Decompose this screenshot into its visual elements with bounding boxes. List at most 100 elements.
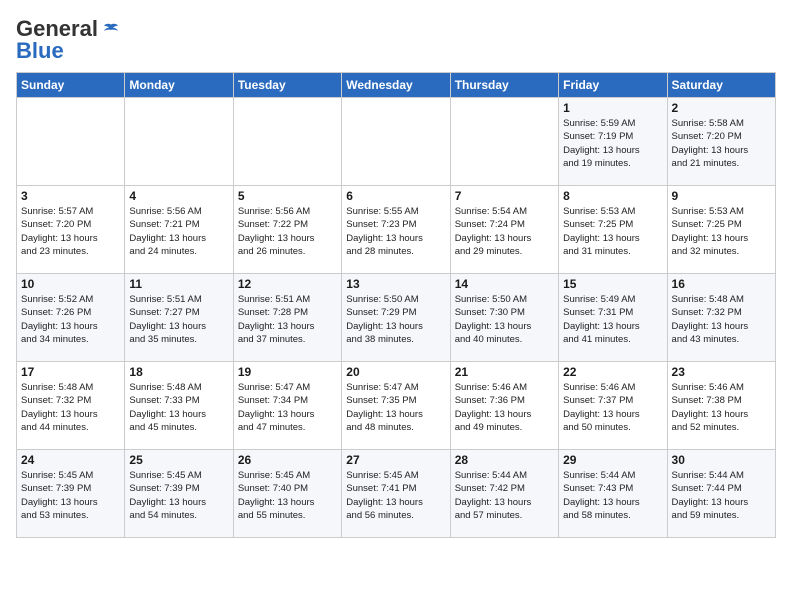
day-number: 1	[563, 101, 662, 115]
calendar-cell: 6 Sunrise: 5:55 AM Sunset: 7:23 PM Daylig…	[342, 186, 450, 274]
day-header-saturday: Saturday	[667, 73, 775, 98]
day-info: Sunrise: 5:55 AM Sunset: 7:23 PM Dayligh…	[346, 205, 445, 258]
calendar-week-row: 10 Sunrise: 5:52 AM Sunset: 7:26 PM Dayli…	[17, 274, 776, 362]
calendar-cell: 27 Sunrise: 5:45 AM Sunset: 7:41 PM Dayli…	[342, 450, 450, 538]
day-number: 6	[346, 189, 445, 203]
calendar-cell: 13 Sunrise: 5:50 AM Sunset: 7:29 PM Dayli…	[342, 274, 450, 362]
day-info: Sunrise: 5:48 AM Sunset: 7:32 PM Dayligh…	[672, 293, 771, 346]
day-info: Sunrise: 5:45 AM Sunset: 7:39 PM Dayligh…	[21, 469, 120, 522]
calendar-cell: 29 Sunrise: 5:44 AM Sunset: 7:43 PM Dayli…	[559, 450, 667, 538]
day-info: Sunrise: 5:51 AM Sunset: 7:27 PM Dayligh…	[129, 293, 228, 346]
logo-bird-icon	[102, 22, 120, 36]
day-number: 29	[563, 453, 662, 467]
day-number: 30	[672, 453, 771, 467]
calendar-cell: 23 Sunrise: 5:46 AM Sunset: 7:38 PM Dayli…	[667, 362, 775, 450]
calendar-cell: 2Sunrise: 5:58 AM Sunset: 7:20 PM Daylig…	[667, 98, 775, 186]
day-info: Sunrise: 5:44 AM Sunset: 7:42 PM Dayligh…	[455, 469, 554, 522]
logo-blue: Blue	[16, 38, 64, 64]
calendar-header-row: SundayMondayTuesdayWednesdayThursdayFrid…	[17, 73, 776, 98]
calendar-week-row: 24 Sunrise: 5:45 AM Sunset: 7:39 PM Dayli…	[17, 450, 776, 538]
day-info: Sunrise: 5:45 AM Sunset: 7:40 PM Dayligh…	[238, 469, 337, 522]
day-number: 15	[563, 277, 662, 291]
day-number: 18	[129, 365, 228, 379]
day-number: 28	[455, 453, 554, 467]
calendar-cell: 4 Sunrise: 5:56 AM Sunset: 7:21 PM Daylig…	[125, 186, 233, 274]
day-info: Sunrise: 5:48 AM Sunset: 7:33 PM Dayligh…	[129, 381, 228, 434]
day-number: 12	[238, 277, 337, 291]
day-info: Sunrise: 5:45 AM Sunset: 7:39 PM Dayligh…	[129, 469, 228, 522]
calendar-cell: 8 Sunrise: 5:53 AM Sunset: 7:25 PM Daylig…	[559, 186, 667, 274]
day-number: 13	[346, 277, 445, 291]
calendar-cell: 1 Sunrise: 5:59 AM Sunset: 7:19 PM Daylig…	[559, 98, 667, 186]
calendar-cell	[125, 98, 233, 186]
day-number: 23	[672, 365, 771, 379]
day-info: Sunrise: 5:47 AM Sunset: 7:35 PM Dayligh…	[346, 381, 445, 434]
day-header-monday: Monday	[125, 73, 233, 98]
calendar-cell: 18 Sunrise: 5:48 AM Sunset: 7:33 PM Dayli…	[125, 362, 233, 450]
day-info: Sunrise: 5:56 AM Sunset: 7:21 PM Dayligh…	[129, 205, 228, 258]
day-number: 3	[21, 189, 120, 203]
calendar-cell: 15Sunrise: 5:49 AM Sunset: 7:31 PM Dayli…	[559, 274, 667, 362]
day-number: 19	[238, 365, 337, 379]
day-info: Sunrise: 5:44 AM Sunset: 7:44 PM Dayligh…	[672, 469, 771, 522]
day-number: 7	[455, 189, 554, 203]
calendar-cell: 12 Sunrise: 5:51 AM Sunset: 7:28 PM Dayli…	[233, 274, 341, 362]
calendar-week-row: 1 Sunrise: 5:59 AM Sunset: 7:19 PM Daylig…	[17, 98, 776, 186]
calendar-cell: 14 Sunrise: 5:50 AM Sunset: 7:30 PM Dayli…	[450, 274, 558, 362]
day-number: 5	[238, 189, 337, 203]
day-number: 21	[455, 365, 554, 379]
calendar-cell	[17, 98, 125, 186]
day-number: 11	[129, 277, 228, 291]
day-info: Sunrise: 5:45 AM Sunset: 7:41 PM Dayligh…	[346, 469, 445, 522]
day-number: 27	[346, 453, 445, 467]
day-number: 16	[672, 277, 771, 291]
day-info: Sunrise: 5:46 AM Sunset: 7:38 PM Dayligh…	[672, 381, 771, 434]
day-number: 4	[129, 189, 228, 203]
day-info: Sunrise: 5:53 AM Sunset: 7:25 PM Dayligh…	[672, 205, 771, 258]
day-number: 8	[563, 189, 662, 203]
day-info: Sunrise: 5:58 AM Sunset: 7:20 PM Dayligh…	[672, 117, 771, 170]
calendar-table: SundayMondayTuesdayWednesdayThursdayFrid…	[16, 72, 776, 538]
day-info: Sunrise: 5:47 AM Sunset: 7:34 PM Dayligh…	[238, 381, 337, 434]
calendar-cell: 5 Sunrise: 5:56 AM Sunset: 7:22 PM Daylig…	[233, 186, 341, 274]
day-header-tuesday: Tuesday	[233, 73, 341, 98]
calendar-cell: 25 Sunrise: 5:45 AM Sunset: 7:39 PM Dayli…	[125, 450, 233, 538]
day-header-wednesday: Wednesday	[342, 73, 450, 98]
day-info: Sunrise: 5:51 AM Sunset: 7:28 PM Dayligh…	[238, 293, 337, 346]
day-header-friday: Friday	[559, 73, 667, 98]
calendar-cell: 7 Sunrise: 5:54 AM Sunset: 7:24 PM Daylig…	[450, 186, 558, 274]
day-number: 9	[672, 189, 771, 203]
day-number: 24	[21, 453, 120, 467]
day-number: 14	[455, 277, 554, 291]
day-info: Sunrise: 5:52 AM Sunset: 7:26 PM Dayligh…	[21, 293, 120, 346]
day-info: Sunrise: 5:56 AM Sunset: 7:22 PM Dayligh…	[238, 205, 337, 258]
calendar-cell: 10 Sunrise: 5:52 AM Sunset: 7:26 PM Dayli…	[17, 274, 125, 362]
day-info: Sunrise: 5:59 AM Sunset: 7:19 PM Dayligh…	[563, 117, 662, 170]
day-info: Sunrise: 5:46 AM Sunset: 7:36 PM Dayligh…	[455, 381, 554, 434]
day-info: Sunrise: 5:54 AM Sunset: 7:24 PM Dayligh…	[455, 205, 554, 258]
day-number: 25	[129, 453, 228, 467]
day-number: 10	[21, 277, 120, 291]
calendar-cell: 21 Sunrise: 5:46 AM Sunset: 7:36 PM Dayli…	[450, 362, 558, 450]
day-info: Sunrise: 5:44 AM Sunset: 7:43 PM Dayligh…	[563, 469, 662, 522]
page-header: General Blue	[16, 16, 776, 64]
calendar-cell: 26Sunrise: 5:45 AM Sunset: 7:40 PM Dayli…	[233, 450, 341, 538]
calendar-cell: 9 Sunrise: 5:53 AM Sunset: 7:25 PM Daylig…	[667, 186, 775, 274]
calendar-cell: 3 Sunrise: 5:57 AM Sunset: 7:20 PM Daylig…	[17, 186, 125, 274]
day-number: 22	[563, 365, 662, 379]
calendar-cell: 28 Sunrise: 5:44 AM Sunset: 7:42 PM Dayli…	[450, 450, 558, 538]
day-number: 17	[21, 365, 120, 379]
day-header-sunday: Sunday	[17, 73, 125, 98]
day-info: Sunrise: 5:50 AM Sunset: 7:30 PM Dayligh…	[455, 293, 554, 346]
day-info: Sunrise: 5:48 AM Sunset: 7:32 PM Dayligh…	[21, 381, 120, 434]
calendar-cell	[233, 98, 341, 186]
day-info: Sunrise: 5:57 AM Sunset: 7:20 PM Dayligh…	[21, 205, 120, 258]
day-info: Sunrise: 5:46 AM Sunset: 7:37 PM Dayligh…	[563, 381, 662, 434]
calendar-cell: 30 Sunrise: 5:44 AM Sunset: 7:44 PM Dayli…	[667, 450, 775, 538]
day-info: Sunrise: 5:50 AM Sunset: 7:29 PM Dayligh…	[346, 293, 445, 346]
calendar-cell: 20Sunrise: 5:47 AM Sunset: 7:35 PM Dayli…	[342, 362, 450, 450]
day-info: Sunrise: 5:53 AM Sunset: 7:25 PM Dayligh…	[563, 205, 662, 258]
calendar-cell: 19 Sunrise: 5:47 AM Sunset: 7:34 PM Dayli…	[233, 362, 341, 450]
calendar-week-row: 3 Sunrise: 5:57 AM Sunset: 7:20 PM Daylig…	[17, 186, 776, 274]
calendar-cell: 22 Sunrise: 5:46 AM Sunset: 7:37 PM Dayli…	[559, 362, 667, 450]
